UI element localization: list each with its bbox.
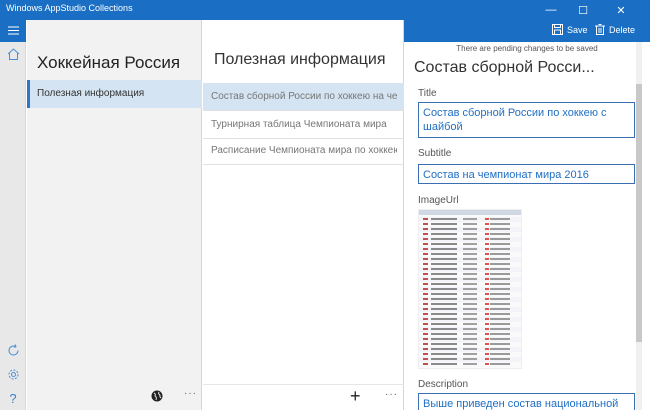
help-icon[interactable]: ? [5, 390, 21, 406]
hamburger-icon [7, 22, 19, 40]
list-item-label: Турнирная таблица Чемпионата мира [211, 119, 387, 130]
collections-pane: Хоккейная Россия Полезная информация ··· [27, 20, 202, 410]
gear-icon[interactable] [5, 366, 21, 382]
globe-icon[interactable] [151, 389, 163, 407]
subtitle-field[interactable]: Состав на чемпионат мира 2016 [418, 164, 635, 184]
collections-footer: ··· [27, 384, 202, 410]
collections-header: Хоккейная Россия [37, 53, 181, 72]
list-item[interactable]: Расписание Чемпионата мира по хоккею [203, 137, 404, 165]
close-button[interactable]: ✕ [606, 0, 636, 20]
nav-rail: ? [0, 20, 26, 410]
trash-icon [595, 24, 605, 35]
save-button[interactable]: Save [552, 24, 588, 35]
hamburger-menu-button[interactable] [0, 20, 26, 42]
detail-scrollbar-thumb[interactable] [636, 84, 642, 342]
list-item[interactable]: Турнирная таблица Чемпионата мира [203, 111, 404, 139]
description-field[interactable]: Выше приведен состав национальной [418, 393, 635, 410]
home-icon[interactable] [5, 46, 21, 62]
refresh-icon[interactable] [5, 342, 21, 358]
delete-button[interactable]: Delete [595, 24, 635, 35]
window-title: Windows AppStudio Collections [6, 3, 133, 13]
list-item[interactable]: Состав сборной России по хоккею на чемпи… [203, 83, 404, 111]
more-options-button[interactable]: ··· [184, 388, 197, 399]
roster-table-thumbnail [419, 210, 521, 365]
items-pane: Полезная информация Состав сборной Росси… [203, 20, 404, 410]
title-field[interactable]: Состав сборной России по хоккею с шайбой [418, 102, 635, 138]
list-item-label: Расписание Чемпионата мира по хоккею [211, 145, 397, 156]
save-icon [552, 24, 563, 35]
maximize-button[interactable]: ☐ [568, 0, 598, 20]
add-item-button[interactable]: + [350, 387, 361, 405]
save-label: Save [567, 24, 588, 35]
imageurl-label: ImageUrl [418, 195, 459, 206]
subtitle-label: Subtitle [418, 148, 452, 159]
pending-changes-notice: There are pending changes to be saved [456, 44, 598, 53]
detail-title: Состав сборной Росси... [414, 59, 595, 76]
delete-label: Delete [609, 24, 636, 35]
items-header: Полезная информация [214, 51, 386, 68]
title-label: Title [418, 88, 437, 99]
collection-item-label: Полезная информация [37, 88, 145, 99]
minimize-button[interactable]: — [536, 0, 566, 20]
items-footer: + ··· [203, 384, 404, 410]
window-titlebar: Windows AppStudio Collections — ☐ ✕ [0, 0, 650, 20]
list-item-label: Состав сборной России по хоккею на чемпи… [211, 91, 397, 102]
detail-pane: There are pending changes to be saved Со… [404, 42, 650, 410]
collection-item-useful-info[interactable]: Полезная информация [27, 80, 202, 108]
more-options-button[interactable]: ··· [385, 389, 398, 400]
image-preview[interactable] [418, 209, 522, 369]
description-label: Description [418, 379, 469, 390]
command-bar: Save Delete [404, 20, 650, 42]
